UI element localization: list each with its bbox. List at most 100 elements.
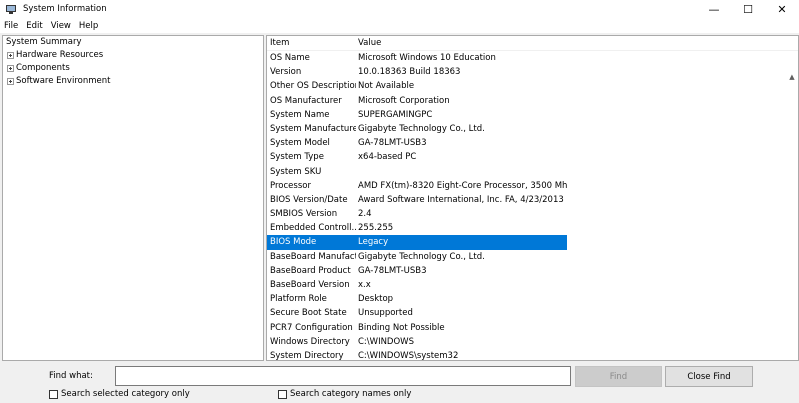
row-item-cell: BaseBoard Product	[270, 265, 351, 276]
expand-icon[interactable]	[7, 52, 14, 59]
expand-icon[interactable]	[7, 78, 14, 85]
category-tree[interactable]: System Summary Hardware Resources Compon…	[2, 35, 264, 361]
tree-item-label: Components	[16, 63, 70, 73]
table-row[interactable]: System Name SUPERGAMINGPC	[267, 108, 798, 122]
table-row[interactable]: Version 10.0.18363 Build 18363	[267, 65, 798, 79]
window-title: System Information	[23, 4, 107, 14]
maximize-button[interactable]: ☐	[731, 0, 765, 18]
table-row[interactable]: BIOS Mode Legacy	[267, 235, 798, 250]
table-row[interactable]: BIOS Version/Date Award Software Internat…	[267, 193, 798, 207]
table-row[interactable]: BaseBoard Manufact...Gigabyte Technology…	[267, 250, 798, 264]
row-item-cell: Other OS Description	[270, 81, 356, 92]
row-item-cell: OS Name	[270, 53, 310, 63]
table-row[interactable]: PCR7 Configuration Binding Not Possible	[267, 321, 798, 335]
row-item-cell: System Type	[270, 152, 324, 163]
row-value-cell: AMD FX(tm)-8320 Eight-Core Processor, 35…	[358, 180, 567, 191]
find-bar: Find what: Find Close Find Search select…	[0, 362, 799, 403]
expand-icon[interactable]	[7, 65, 14, 72]
row-item-cell: Secure Boot State	[270, 308, 347, 319]
row-value-cell: x64-based PC	[358, 152, 417, 163]
tree-item-label: Hardware Resources	[16, 50, 104, 60]
table-row[interactable]: Processor AMD FX(tm)-8320 Eight-Core Proc…	[267, 179, 798, 193]
tree-item-system-summary[interactable]: System Summary	[3, 36, 263, 49]
row-item-cell: PCR7 Configuration	[270, 322, 353, 333]
table-row[interactable]: System Type x64-based PC	[267, 150, 798, 164]
table-row[interactable]: System Manufacturer Gigabyte Technology C…	[267, 122, 798, 136]
search-selected-category-option[interactable]: Search selected category only	[49, 389, 190, 399]
tree-item-software-environment[interactable]: Software Environment	[3, 75, 263, 88]
find-what-input[interactable]	[115, 366, 571, 386]
row-item-cell: Platform Role	[270, 294, 327, 305]
table-row[interactable]: Secure Boot State Unsupported	[267, 306, 798, 320]
row-value-cell: 255.255	[358, 223, 394, 234]
minimize-button[interactable]: —	[697, 0, 731, 18]
row-value-cell: Microsoft Corporation	[358, 95, 450, 106]
row-value-cell: Not Available	[358, 81, 415, 92]
search-category-names-label: Search category names only	[290, 389, 412, 399]
details-list[interactable]: Item Value OS Name Microsoft Windows 10 E…	[266, 35, 799, 361]
row-item-cell: Processor	[270, 180, 311, 191]
row-value-cell: Legacy	[356, 235, 567, 250]
row-value-cell: Binding Not Possible	[358, 322, 445, 333]
row-value-cell: Unsupported	[358, 308, 413, 319]
tree-item-hardware-resources[interactable]: Hardware Resources	[3, 49, 263, 62]
row-item-cell: Embedded Controll...	[270, 223, 356, 234]
tree-item-components[interactable]: Components	[3, 62, 263, 75]
table-row[interactable]: Platform Role Desktop	[267, 292, 798, 306]
table-row[interactable]: BaseBoard Version x.x	[267, 278, 798, 292]
row-item-cell: BIOS Mode	[267, 235, 356, 250]
close-find-button[interactable]: Close Find	[665, 366, 753, 387]
list-header: Item Value	[267, 36, 798, 51]
row-value-cell: 2.4	[358, 209, 372, 220]
menu-file[interactable]: File	[4, 21, 18, 31]
find-button[interactable]: Find	[575, 366, 662, 387]
table-row[interactable]: System SKU	[267, 165, 798, 179]
table-row[interactable]: OS Name Microsoft Windows 10 Education	[267, 51, 798, 65]
row-item-cell: BaseBoard Version	[270, 280, 350, 290]
system-information-app-icon	[6, 4, 17, 15]
title-bar: System Information — ☐ ✕	[0, 0, 799, 18]
row-item-cell: System SKU	[270, 166, 322, 177]
search-category-names-checkbox[interactable]	[278, 389, 287, 399]
row-item-cell: Windows Directory	[270, 336, 350, 347]
search-selected-category-checkbox[interactable]	[49, 389, 58, 399]
row-item-cell: SMBIOS Version	[270, 209, 338, 220]
search-category-names-option[interactable]: Search category names only	[278, 389, 411, 399]
menu-help[interactable]: Help	[79, 21, 98, 31]
column-header-value[interactable]: Value	[356, 36, 381, 50]
row-value-cell: Award Software International, Inc. FA, 4…	[358, 194, 564, 205]
close-button[interactable]: ✕	[765, 0, 799, 18]
row-item-cell: System Model	[270, 138, 330, 149]
table-row[interactable]: OS Manufacturer Microsoft Corporation	[267, 94, 798, 108]
table-row[interactable]: Other OS Description Not Available	[267, 79, 798, 93]
search-selected-category-label: Search selected category only	[61, 389, 190, 399]
row-value-cell: Gigabyte Technology Co., Ltd.	[358, 123, 485, 134]
row-item-cell: System Manufacturer	[270, 123, 356, 134]
row-value-cell: x.x	[358, 280, 371, 290]
row-value-cell: GA-78LMT-USB3	[358, 265, 427, 276]
column-header-item[interactable]: Item	[267, 36, 356, 50]
row-item-cell: System Name	[270, 109, 330, 120]
table-row[interactable]: SMBIOS Version 2.4	[267, 207, 798, 221]
tree-item-label: System Summary	[6, 37, 82, 47]
window-controls: — ☐ ✕	[697, 0, 799, 18]
table-row[interactable]: System Model GA-78LMT-USB3	[267, 136, 798, 150]
find-what-label: Find what:	[49, 371, 93, 381]
scroll-up-arrow-icon[interactable]: ▲	[787, 72, 797, 82]
list-rows: OS Name Microsoft Windows 10 Education Ver…	[267, 51, 798, 361]
table-row[interactable]: Windows Directory C:\WINDOWS	[267, 335, 798, 349]
table-row[interactable]: BaseBoard Product GA-78LMT-USB3	[267, 264, 798, 278]
row-value-cell: C:\WINDOWS\system32	[358, 350, 459, 361]
row-item-cell: Version	[270, 67, 302, 78]
table-row[interactable]: System Directory C:\WINDOWS\system32	[267, 349, 798, 361]
table-row[interactable]: Embedded Controll... 255.255	[267, 221, 798, 235]
menu-edit[interactable]: Edit	[26, 21, 42, 31]
tree-item-label: Software Environment	[16, 76, 111, 86]
menu-bar: File Edit View Help	[0, 18, 799, 33]
row-value-cell: Microsoft Windows 10 Education	[358, 53, 496, 63]
row-item-cell: BaseBoard Manufact...	[270, 251, 356, 262]
row-value-cell: 10.0.18363 Build 18363	[358, 67, 461, 78]
menu-view[interactable]: View	[51, 21, 71, 31]
row-item-cell: BIOS Version/Date	[270, 194, 348, 205]
row-item-cell: OS Manufacturer	[270, 95, 342, 106]
